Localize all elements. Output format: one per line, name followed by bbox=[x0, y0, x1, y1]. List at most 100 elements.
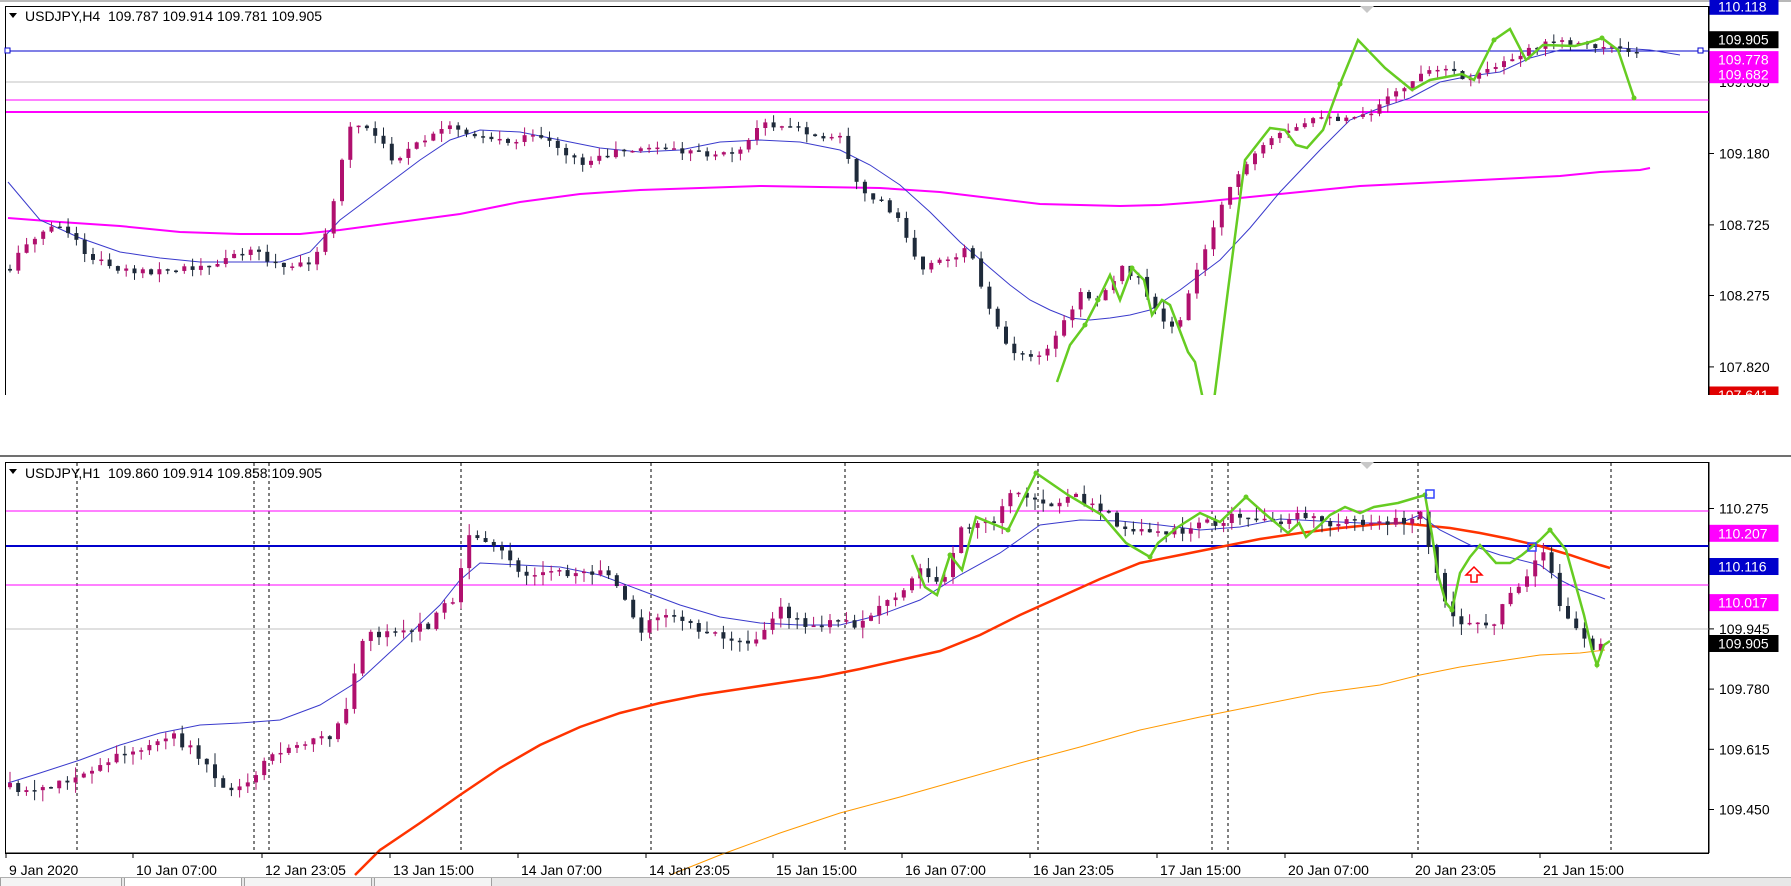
candle-body bbox=[1246, 517, 1251, 520]
candle-body bbox=[1435, 69, 1440, 72]
candle-body bbox=[713, 154, 718, 157]
candle bbox=[336, 721, 340, 743]
candle-body bbox=[639, 617, 644, 633]
candle-body bbox=[549, 571, 554, 573]
price-tick-label: 110.275 bbox=[1719, 501, 1769, 517]
chart-h1[interactable]: 110.275109.945109.780109.615109.450 9 Ja… bbox=[0, 455, 1791, 877]
candle-body bbox=[1344, 117, 1349, 121]
candle-body bbox=[912, 237, 917, 257]
candle-body bbox=[597, 155, 602, 161]
candle-body bbox=[319, 736, 324, 739]
candle-body bbox=[672, 615, 677, 617]
candle-body bbox=[688, 620, 693, 624]
time-tick-label: 14 Jan 07:00 bbox=[521, 862, 602, 877]
candle-body bbox=[838, 135, 842, 138]
candle-body bbox=[910, 578, 914, 591]
candle-body bbox=[771, 122, 776, 128]
candle-body bbox=[232, 253, 237, 259]
candle-body bbox=[1418, 511, 1423, 519]
price-label-box: 110.207 bbox=[1709, 524, 1779, 542]
candle-body bbox=[647, 620, 652, 633]
candle-body bbox=[1106, 510, 1111, 513]
candle-body bbox=[631, 599, 636, 618]
candle-body bbox=[49, 787, 53, 789]
candle-body bbox=[418, 623, 422, 632]
candle-body bbox=[139, 750, 144, 752]
candle-body bbox=[1295, 512, 1300, 520]
candle-body bbox=[1180, 528, 1185, 534]
candle-body bbox=[1518, 55, 1523, 60]
candle-body bbox=[1394, 91, 1399, 97]
price-tick-label: 108.725 bbox=[1719, 217, 1770, 233]
time-tick-label: 16 Jan 07:00 bbox=[905, 862, 986, 877]
candle-body bbox=[1016, 492, 1021, 495]
candle bbox=[887, 198, 892, 214]
candle-body bbox=[1188, 528, 1193, 534]
candle-body bbox=[614, 575, 619, 587]
candle-body bbox=[147, 745, 152, 751]
level-handle-icon[interactable] bbox=[1697, 47, 1704, 54]
candle-body bbox=[385, 631, 390, 638]
candle-body bbox=[1228, 186, 1233, 205]
candle-body bbox=[655, 617, 660, 621]
candle-body bbox=[360, 640, 365, 674]
chart-window-h4[interactable]: 109.635109.180108.725108.275107.820 4 De… bbox=[0, 0, 1791, 395]
candle-body bbox=[664, 615, 668, 618]
candle-body bbox=[423, 140, 427, 143]
candle-body bbox=[489, 136, 494, 140]
candle-body bbox=[846, 135, 851, 159]
candle-body bbox=[970, 248, 975, 259]
candle-body bbox=[770, 618, 775, 630]
candle-body bbox=[788, 126, 793, 128]
chart-window-h1[interactable]: 110.275 109.945 109.780 109.615 109.450 9 Ja… bbox=[0, 455, 1791, 877]
candle-body bbox=[1452, 68, 1457, 72]
candle-body bbox=[962, 248, 967, 258]
price-label-box: 109.682 bbox=[1709, 66, 1779, 84]
candle-body bbox=[1120, 265, 1125, 282]
candle-body bbox=[763, 122, 768, 129]
candle-body bbox=[1560, 40, 1565, 42]
candle-body bbox=[65, 780, 70, 783]
candle-body bbox=[1493, 66, 1498, 70]
candle-body bbox=[672, 148, 676, 150]
candle-body bbox=[524, 571, 529, 576]
candle-body bbox=[213, 764, 217, 779]
zigzag-point bbox=[1243, 494, 1249, 500]
candle-body bbox=[1410, 81, 1415, 89]
candle-body bbox=[1402, 88, 1407, 92]
candle-body bbox=[401, 630, 406, 633]
candle-body bbox=[795, 618, 800, 620]
time-tick-label: 9 Jan 2020 bbox=[9, 862, 78, 877]
zigzag-point bbox=[1337, 81, 1343, 87]
price-tick-label: 109.180 bbox=[1719, 145, 1770, 161]
candle-body bbox=[447, 125, 452, 130]
candle-body bbox=[99, 259, 104, 262]
candle-body bbox=[1475, 622, 1480, 625]
candle-body bbox=[364, 125, 369, 129]
chart-h4[interactable]: 109.635109.180108.725108.275107.820 4 De… bbox=[0, 0, 1791, 395]
candle-body bbox=[426, 623, 431, 629]
candle-body bbox=[1541, 552, 1546, 561]
candle-body bbox=[265, 251, 270, 262]
candle-body bbox=[877, 605, 882, 616]
candle-body bbox=[1156, 531, 1160, 533]
candle-body bbox=[1115, 512, 1119, 527]
candle bbox=[1115, 510, 1119, 528]
level-handle-icon[interactable] bbox=[4, 47, 11, 54]
candle-body bbox=[1186, 293, 1191, 321]
candle-body bbox=[1402, 517, 1406, 524]
candle-body bbox=[506, 138, 510, 143]
candle-body bbox=[1065, 496, 1070, 503]
candle-body bbox=[705, 151, 710, 157]
candle bbox=[360, 638, 365, 677]
candle-body bbox=[844, 620, 849, 622]
zigzag-point bbox=[1594, 662, 1600, 668]
candle-body bbox=[180, 733, 185, 748]
candle-body bbox=[1302, 123, 1307, 128]
candle-body bbox=[1221, 523, 1226, 526]
candle-body bbox=[1203, 249, 1208, 270]
candle-body bbox=[871, 193, 876, 200]
price-label-text: 109.682 bbox=[1718, 67, 1769, 83]
candle-body bbox=[90, 770, 94, 774]
candle-body bbox=[945, 259, 950, 261]
